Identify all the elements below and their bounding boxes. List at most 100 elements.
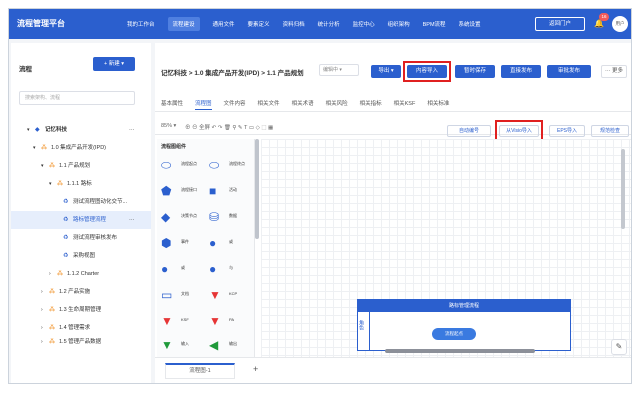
tab-related-indicators[interactable]: 相关指标 xyxy=(360,99,382,110)
shape-label: 数据 xyxy=(229,213,237,218)
zoom-select[interactable]: 85% ▾ xyxy=(161,123,176,129)
tree-item[interactable]: ▾ ⁂ 1.1.1 路标 xyxy=(11,175,151,193)
review-publish-button[interactable]: 审批发布 xyxy=(547,65,591,78)
tree-item-label: 测试流程审核发布 xyxy=(73,235,118,241)
tree-item[interactable]: ▾ ⁂ 1.0 集成产品开发(IPD) xyxy=(11,139,151,157)
nav-item-process-build[interactable]: 流程建设 xyxy=(167,17,200,31)
auto-number-button[interactable]: 自动编号 xyxy=(447,125,491,137)
nav-item-element-definition[interactable]: 要素定义 xyxy=(248,20,270,31)
shape-label: 与 xyxy=(229,265,233,270)
swimlane-pool[interactable]: 路标管理流程 角色 流程起点 xyxy=(357,299,571,351)
shape-and[interactable]: ● 与 xyxy=(207,259,255,281)
divider xyxy=(155,111,631,112)
shape-input[interactable]: ▼ 输入 xyxy=(159,335,207,357)
tree-item[interactable]: ♻ 测试流程图动化交节... xyxy=(11,193,151,211)
sidebar: 流程 + 新建 ▾ 搜索架构、流程 ▾ ◆ 记忆科技 ··· ▾ ⁂ 1.0 集成产品开发… xyxy=(11,43,151,383)
tab-related-standards[interactable]: 相关标准 xyxy=(427,99,449,110)
shape-event[interactable]: ⬢ 事件 xyxy=(159,233,207,255)
diagram-canvas[interactable]: 路标管理流程 角色 流程起点 xyxy=(261,139,631,357)
nav-item-monitor[interactable]: 监控中心 xyxy=(353,20,375,31)
editor-tool-icons[interactable]: ⊕ ⊖ 全屏 ↶ ↷ 🗑 ⚲ ✎ T ▭ ◇ ⬚ ▦ xyxy=(185,123,273,131)
spec-check-button[interactable]: 规范检查 xyxy=(591,125,629,137)
tree-item[interactable]: › ⁂ 1.3 生命周期管理 xyxy=(11,301,151,319)
chevron-right-icon[interactable]: › xyxy=(41,283,43,301)
tree-item-label: 测试流程图动化交节... xyxy=(73,199,128,205)
shape-pa[interactable]: ▼ PA xyxy=(207,311,255,333)
edit-status-select[interactable]: 编辑中 ▾ xyxy=(319,64,359,76)
nav-item-organization[interactable]: 组织架构 xyxy=(388,20,410,31)
tree-item[interactable]: ▾ ◆ 记忆科技 ··· xyxy=(11,121,151,139)
tab-related-terms[interactable]: 相关术语 xyxy=(292,99,314,110)
direct-publish-button[interactable]: 直接发布 xyxy=(501,65,541,78)
eps-import-button[interactable]: EPS导入 xyxy=(549,125,585,137)
export-button[interactable]: 导出 ▾ xyxy=(371,65,401,78)
tab-file-content[interactable]: 文件内容 xyxy=(224,99,246,110)
page-tab[interactable]: 流程图-1 xyxy=(165,363,235,379)
hierarchy-icon: ⁂ xyxy=(49,289,55,295)
tree-item[interactable]: ♻ 测试流程审核发布 xyxy=(11,229,151,247)
chevron-down-icon[interactable]: ▾ xyxy=(27,121,30,139)
shape-output[interactable]: ◀ 输出 xyxy=(207,335,255,357)
tree-item[interactable]: › ⁂ 1.4 管理需求 xyxy=(11,319,151,337)
process-icon: ♻ xyxy=(63,217,69,223)
shape-label: 流程接口 xyxy=(181,187,197,192)
shape-decision[interactable]: ◆ 决策节点 xyxy=(159,207,207,229)
more-icon[interactable]: ··· xyxy=(129,211,135,229)
shape-data[interactable]: ⛁ 数据 xyxy=(207,207,255,229)
tree-item-selected[interactable]: ♻ 路标管理流程 ··· xyxy=(11,211,151,229)
tab-related-ksf[interactable]: 相关KSF xyxy=(394,99,416,110)
chevron-down-icon[interactable]: ▾ xyxy=(33,139,36,157)
canvas-horizontal-scrollbar[interactable] xyxy=(385,349,535,353)
nav-item-statistics[interactable]: 统计分析 xyxy=(318,20,340,31)
chevron-right-icon[interactable]: › xyxy=(41,319,43,337)
shape-activity[interactable]: ■ 活动 xyxy=(207,181,255,203)
new-button[interactable]: + 新建 ▾ xyxy=(93,57,135,71)
hierarchy-icon: ⁂ xyxy=(49,339,55,345)
tree-item[interactable]: ▾ ⁂ 1.1 产品规划 xyxy=(11,157,151,175)
chevron-down-icon[interactable]: ▾ xyxy=(49,175,52,193)
shape-label: KCP xyxy=(229,291,238,296)
shape-ksf[interactable]: ▼ KSF xyxy=(159,311,207,333)
return-portal-button[interactable]: 返回门户 xyxy=(535,17,585,31)
nav-item-general-files[interactable]: 通用文件 xyxy=(213,20,235,31)
chevron-right-icon[interactable]: › xyxy=(41,337,43,347)
canvas-vertical-scrollbar[interactable] xyxy=(621,149,625,229)
edit-icon[interactable]: ✎ xyxy=(611,339,627,355)
tab-basic-attributes[interactable]: 基本属性 xyxy=(161,99,183,110)
shape-or[interactable]: ● 或 xyxy=(159,259,207,281)
nav-item-workbench[interactable]: 我的工作台 xyxy=(127,20,155,31)
nav-item-bpm[interactable]: BPM流程 xyxy=(423,20,446,31)
temp-save-button[interactable]: 暂时保存 xyxy=(455,65,495,78)
tree-item[interactable]: › ⁂ 1.1.2 Charter xyxy=(11,265,151,283)
shape-document[interactable]: ▭ 文档 xyxy=(159,285,207,307)
tab-related-risks[interactable]: 相关风险 xyxy=(326,99,348,110)
more-icon[interactable]: ··· xyxy=(129,121,135,139)
tree-item[interactable]: › ⁂ 1.2 产品实施 xyxy=(11,283,151,301)
tab-related-files[interactable]: 相关文件 xyxy=(258,99,280,110)
shape-start[interactable]: ⬭ 流程起点 xyxy=(159,155,207,177)
palette-scrollbar[interactable] xyxy=(255,139,259,239)
chevron-right-icon[interactable]: › xyxy=(49,265,51,283)
nav-item-archive[interactable]: 资料归档 xyxy=(283,20,305,31)
chevron-right-icon[interactable]: › xyxy=(41,301,43,319)
nav-item-settings[interactable]: 系统设置 xyxy=(459,20,481,31)
tree-item[interactable]: › ⁂ 1.5 管理产品数据 xyxy=(11,337,151,347)
more-button[interactable]: ··· 更多 xyxy=(601,65,627,78)
search-input[interactable]: 搜索架构、流程 xyxy=(19,91,135,105)
tab-flowchart[interactable]: 流程图 xyxy=(195,99,212,110)
shape-interface[interactable]: ⬟ 流程接口 xyxy=(159,181,207,203)
shape-icon: ● xyxy=(161,262,169,276)
shape-icon: ⬭ xyxy=(209,158,220,172)
chevron-down-icon[interactable]: ▾ xyxy=(41,157,44,175)
start-node[interactable]: 流程起点 xyxy=(432,328,476,340)
shape-icon: ▼ xyxy=(161,314,173,328)
shape-icon: ⬟ xyxy=(161,184,172,198)
shape-label: 输入 xyxy=(181,341,189,346)
add-page-icon[interactable]: + xyxy=(253,364,258,374)
shape-kcp[interactable]: ▼ KCP xyxy=(207,285,255,307)
tree-item[interactable]: ♻ 采购视图 xyxy=(11,247,151,265)
shape-end[interactable]: ⬭ 流程终点 xyxy=(207,155,255,177)
avatar[interactable]: 用户 xyxy=(612,16,628,32)
shape-or[interactable]: ● 或 xyxy=(207,233,255,255)
hierarchy-icon: ⁂ xyxy=(49,307,55,313)
